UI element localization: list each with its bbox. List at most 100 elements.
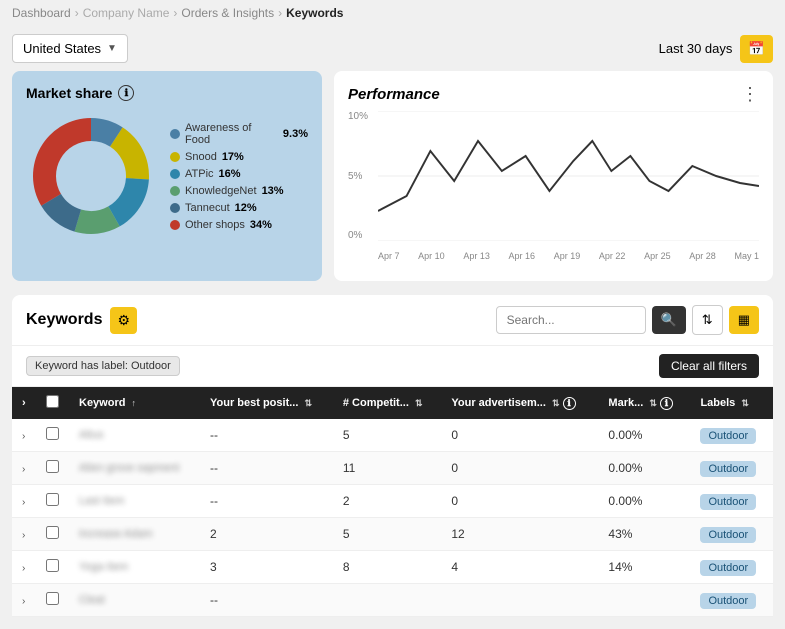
adv-info-icon[interactable]: ℹ <box>563 397 576 410</box>
row-checkbox[interactable] <box>46 526 59 539</box>
checkbox-cell[interactable] <box>36 584 69 617</box>
checkbox-col-header[interactable] <box>36 387 69 419</box>
checkbox-cell[interactable] <box>36 551 69 584</box>
expand-cell[interactable]: › <box>12 419 36 452</box>
competitors-cell: 8 <box>333 551 441 584</box>
search-input[interactable] <box>496 306 646 334</box>
clear-filters-button[interactable]: Clear all filters <box>659 354 759 378</box>
competitors-cell: 2 <box>333 485 441 518</box>
expand-col-header: › <box>12 387 36 419</box>
label-tag[interactable]: Outdoor <box>700 527 756 543</box>
market-cell <box>598 584 690 617</box>
best-pos-cell: 2 <box>200 518 333 551</box>
keyword-col-header[interactable]: Keyword ↑ <box>69 387 200 419</box>
label-tag[interactable]: Outdoor <box>700 560 756 576</box>
breadcrumb-keywords: Keywords <box>286 6 343 20</box>
expand-cell[interactable]: › <box>12 518 36 551</box>
keywords-section: Keywords ⚙ 🔍 ⇅ ▦ Keyword has label: Outd… <box>12 295 773 617</box>
calendar-icon: 📅 <box>748 41 765 57</box>
table-container: › Keyword ↑ Your best posit... ⇅ # Compe… <box>12 387 773 617</box>
settings-button[interactable]: ⚙ <box>110 307 137 334</box>
best-pos-cell: 3 <box>200 551 333 584</box>
labels-col-header[interactable]: Labels ⇅ <box>690 387 773 419</box>
label-tag[interactable]: Outdoor <box>700 593 756 609</box>
label-cell: Outdoor <box>690 485 773 518</box>
best-pos-cell: -- <box>200 419 333 452</box>
row-chevron-icon[interactable]: › <box>22 431 25 442</box>
table-row: › Yoga Item 3 8 4 14% Outdoor <box>12 551 773 584</box>
grid-view-button[interactable]: ▦ <box>729 306 759 334</box>
legend-item: Awareness of Food 9.3% <box>170 122 308 146</box>
row-chevron-icon[interactable]: › <box>22 497 25 508</box>
legend-color-dot <box>170 129 180 139</box>
label-tag[interactable]: Outdoor <box>700 494 756 510</box>
checkbox-cell[interactable] <box>36 452 69 485</box>
perf-header: Performance ⋮ <box>348 85 759 103</box>
label-cell: Outdoor <box>690 518 773 551</box>
keywords-header: Keywords ⚙ 🔍 ⇅ ▦ <box>12 295 773 346</box>
legend-percent: 34% <box>250 219 272 231</box>
select-all-checkbox[interactable] <box>46 395 59 408</box>
breadcrumb-orders[interactable]: Orders & Insights <box>181 6 274 20</box>
row-checkbox[interactable] <box>46 493 59 506</box>
label-tag[interactable]: Outdoor <box>700 461 756 477</box>
legend-item: KnowledgeNet 13% <box>170 185 308 197</box>
expand-cell[interactable]: › <box>12 452 36 485</box>
legend-color-dot <box>170 220 180 230</box>
keyword-cell: Alien grove sapment <box>69 452 200 485</box>
legend-item: Other shops 34% <box>170 219 308 231</box>
expand-cell[interactable]: › <box>12 485 36 518</box>
breadcrumb-dashboard[interactable]: Dashboard <box>12 6 71 20</box>
table-row: › Alien grove sapment -- 11 0 0.00% Outd… <box>12 452 773 485</box>
row-chevron-icon[interactable]: › <box>22 464 25 475</box>
x-axis-labels: Apr 7 Apr 10 Apr 13 Apr 16 Apr 19 Apr 22… <box>378 251 759 261</box>
checkbox-cell[interactable] <box>36 485 69 518</box>
checkbox-cell[interactable] <box>36 518 69 551</box>
label-cell: Outdoor <box>690 551 773 584</box>
row-chevron-icon[interactable]: › <box>22 596 25 607</box>
charts-row: Market share ℹ Awareness of Food 9.3% Sn… <box>12 71 773 281</box>
row-checkbox[interactable] <box>46 592 59 605</box>
row-chevron-icon[interactable]: › <box>22 563 25 574</box>
market-cell: 14% <box>598 551 690 584</box>
row-checkbox[interactable] <box>46 559 59 572</box>
market-col-header[interactable]: Mark... ⇅ ℹ <box>598 387 690 419</box>
keyword-cell: Cleat <box>69 584 200 617</box>
row-checkbox[interactable] <box>46 427 59 440</box>
market-info-icon[interactable]: ℹ <box>660 397 673 410</box>
date-range-label: Last 30 days <box>659 41 733 56</box>
best-pos-col-header[interactable]: Your best posit... ⇅ <box>200 387 333 419</box>
legend-label: Other shops <box>185 219 245 231</box>
legend-item: Snood 17% <box>170 151 308 163</box>
search-bar: 🔍 ⇅ ▦ <box>496 305 759 335</box>
chevron-header-icon: › <box>22 397 26 409</box>
keyword-cell: Last Item <box>69 485 200 518</box>
more-options-icon[interactable]: ⋮ <box>741 85 759 103</box>
filter-button[interactable]: ⇅ <box>692 305 723 335</box>
country-label: United States <box>23 41 101 56</box>
competitors-col-header[interactable]: # Competit... ⇅ <box>333 387 441 419</box>
chevron-down-icon: ▼ <box>107 43 117 54</box>
legend-percent: 9.3% <box>283 128 308 140</box>
market-share-title: Market share ℹ <box>26 85 308 101</box>
expand-cell[interactable]: › <box>12 584 36 617</box>
donut-chart <box>26 111 156 241</box>
your-adv-cell: 0 <box>441 452 598 485</box>
your-adv-cell: 12 <box>441 518 598 551</box>
breadcrumb-sep3: › <box>278 6 282 20</box>
checkbox-cell[interactable] <box>36 419 69 452</box>
row-checkbox[interactable] <box>46 460 59 473</box>
breadcrumb-company[interactable]: Company Name <box>83 6 170 20</box>
filter-tag: Keyword has label: Outdoor <box>26 356 180 376</box>
your-adv-col-header[interactable]: Your advertisem... ⇅ ℹ <box>441 387 598 419</box>
label-tag[interactable]: Outdoor <box>700 428 756 444</box>
market-cell: 43% <box>598 518 690 551</box>
country-selector[interactable]: United States ▼ <box>12 34 128 63</box>
calendar-button[interactable]: 📅 <box>740 35 773 63</box>
search-button[interactable]: 🔍 <box>652 306 686 334</box>
row-chevron-icon[interactable]: › <box>22 530 25 541</box>
info-icon[interactable]: ℹ <box>118 85 134 101</box>
expand-cell[interactable]: › <box>12 551 36 584</box>
y-axis-labels: 10% 5% 0% <box>348 111 376 241</box>
table-row: › Cleat -- Outdoor <box>12 584 773 617</box>
